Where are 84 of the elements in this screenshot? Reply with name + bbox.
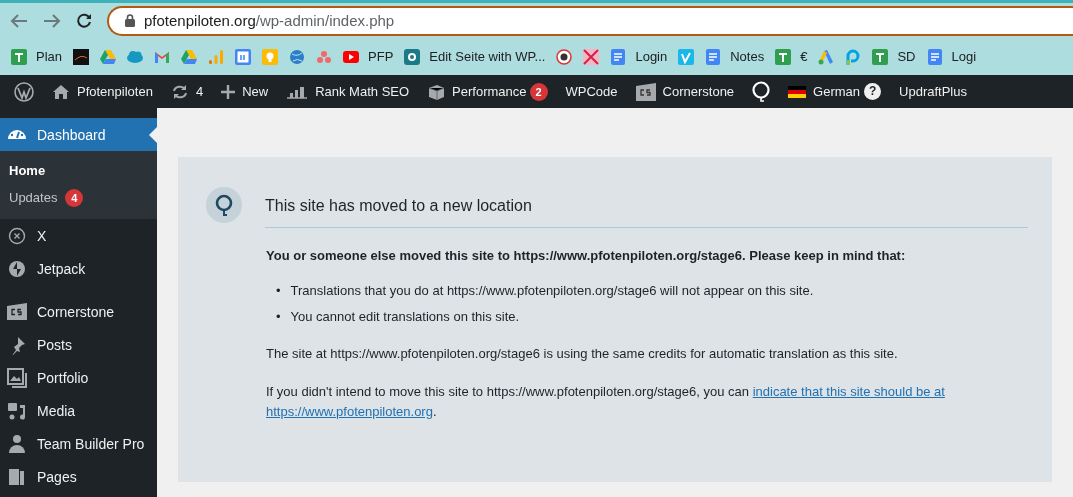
logo-icon[interactable] <box>73 48 90 65</box>
submenu-link[interactable]: Home <box>9 163 46 178</box>
notice-text: If you didn't intend to move this site to https://www.pfotenpiloten.org/stage6, you can indicate that this site should be at https://www.pfotenpiloten.org. <box>266 383 946 421</box>
menu-item[interactable]: Jetpack <box>0 252 157 285</box>
bar-chart-icon[interactable] <box>286 84 309 99</box>
submenu-link[interactable]: Updates <box>9 190 58 205</box>
menu-item[interactable]: Team Builder Pro <box>0 427 157 460</box>
triangle-icon[interactable] <box>100 48 117 65</box>
notice-title: This site has moved to a new location <box>265 185 1028 228</box>
wordpress-logo-icon[interactable] <box>14 81 34 102</box>
bookmark-link[interactable]: Login <box>635 49 668 64</box>
plus-icon[interactable] <box>221 84 236 99</box>
cs-logo-icon[interactable] <box>635 82 656 101</box>
toolbar-link[interactable]: German <box>813 84 861 99</box>
list-item: Translations that you do at https://www.pfotenpiloten.org/stage6 will not appear on this site. <box>290 282 814 300</box>
triangle-icon[interactable] <box>181 48 198 65</box>
toolbar-link[interactable]: Rank Math SEO <box>315 84 410 99</box>
bookmark-link[interactable]: PFP <box>368 49 394 64</box>
document-icon[interactable] <box>926 48 943 65</box>
document-icon[interactable] <box>610 48 627 65</box>
flag-icon[interactable] <box>788 85 807 98</box>
menu-item[interactable]: Cornerstone <box>0 295 157 328</box>
bookmark-link[interactable]: € <box>800 49 808 64</box>
bookmark-link[interactable]: SD <box>897 49 916 64</box>
bookmark-link[interactable]: Plan <box>36 49 63 64</box>
help-button[interactable]: ? <box>864 83 882 100</box>
reload-icon[interactable] <box>76 12 92 29</box>
toolbar-link[interactable]: WPCode <box>565 84 618 99</box>
list-bullet: • <box>276 308 281 326</box>
notice-text: You or someone else moved this site to https://www.pfotenpiloten.org/stage6. Please keep in mind that: <box>266 247 907 265</box>
pages-icon <box>7 466 27 487</box>
menu-item[interactable]: Portfolio <box>0 361 157 394</box>
toolbar-link[interactable]: New <box>242 84 269 99</box>
sheet-icon[interactable] <box>872 48 889 65</box>
lock-icon <box>125 14 135 27</box>
count-badge: 4 <box>65 188 84 207</box>
forward-icon[interactable] <box>43 12 61 29</box>
dots-icon[interactable] <box>316 48 333 65</box>
sheet-icon[interactable] <box>11 48 27 65</box>
cloud-icon[interactable] <box>127 48 144 65</box>
menu-item[interactable]: Media <box>0 394 157 427</box>
url-text: pfotenpiloten.org/wp-admin/index.php <box>144 12 395 29</box>
toolbar-link[interactable]: Performance <box>452 84 527 99</box>
bookmark-link[interactable]: Edit Seite with WP... <box>429 49 546 64</box>
list-bullet: • <box>276 282 281 300</box>
notice-text: The site at https://www.pfotenpiloten.org/stage6 is using the same credits for automatic translation as this site. <box>266 345 899 363</box>
box-icon[interactable] <box>427 82 446 101</box>
play-icon[interactable] <box>343 48 360 65</box>
cs-logo-icon <box>7 301 27 322</box>
close-icon <box>7 225 27 246</box>
toolbar-link[interactable]: Pfotenpiloten <box>77 84 153 99</box>
notice-link[interactable]: https://www.pfotenpiloten.org <box>266 404 433 419</box>
back-icon[interactable] <box>10 12 28 29</box>
toolbar-link[interactable]: 4 <box>195 84 204 99</box>
address-bar[interactable]: pfotenpiloten.org/wp-admin/index.php <box>107 5 1073 36</box>
house-icon[interactable] <box>52 83 70 100</box>
toolbar-link[interactable]: Cornerstone <box>662 84 735 99</box>
tile-icon[interactable] <box>583 48 600 65</box>
puzzle-icon[interactable] <box>404 48 421 65</box>
toolbar-link[interactable]: UpdraftPlus <box>899 84 967 99</box>
speech-bubble-icon[interactable] <box>752 80 771 103</box>
menu-item[interactable]: X <box>0 219 157 252</box>
count-badge: 2 <box>529 82 548 101</box>
list-item: You cannot edit translations on this site. <box>290 308 520 326</box>
menu-item[interactable]: Posts <box>0 328 157 361</box>
speech-bubble-icon <box>206 186 242 223</box>
document-icon[interactable] <box>705 48 722 65</box>
calendar-icon[interactable] <box>235 48 252 65</box>
media-icon <box>7 400 27 421</box>
globe-icon[interactable] <box>289 48 306 65</box>
notice-link[interactable]: indicate that this site should be at <box>752 384 945 399</box>
sheet-icon[interactable] <box>775 48 792 65</box>
v-icon[interactable] <box>678 48 695 65</box>
menu-item[interactable]: Pages <box>0 460 157 493</box>
bookmark-link[interactable]: Logi <box>951 49 977 64</box>
badge-icon[interactable] <box>556 48 573 65</box>
bolt-icon <box>7 258 27 279</box>
p-icon[interactable] <box>845 48 862 65</box>
person-icon <box>7 433 27 454</box>
gallery-icon <box>7 367 27 388</box>
bookmark-link[interactable]: Notes <box>730 49 765 64</box>
triangle-icon[interactable] <box>818 48 835 65</box>
menu-item[interactable]: Dashboard <box>0 118 157 151</box>
refresh-icon[interactable] <box>170 83 189 100</box>
